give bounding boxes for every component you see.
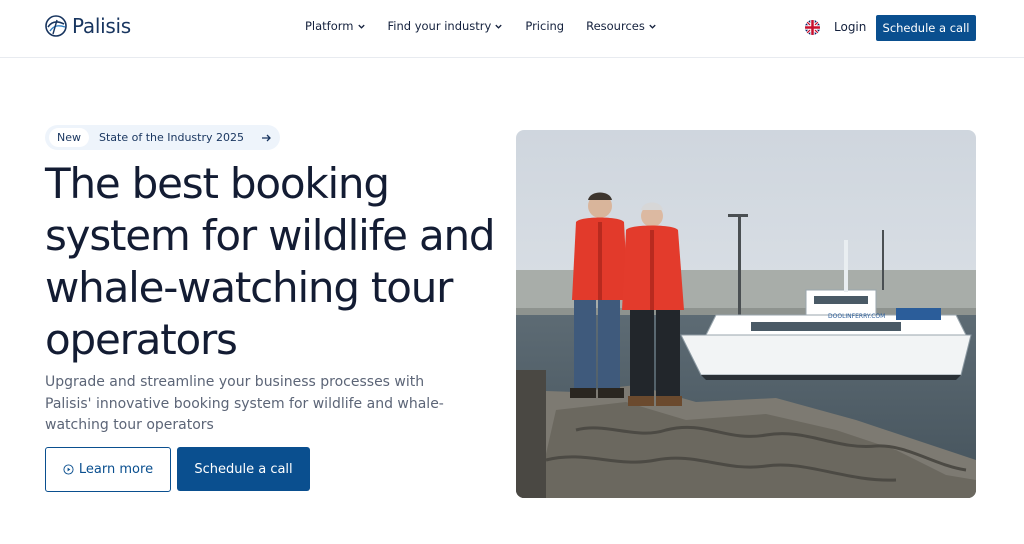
nav-item-find-your-industry[interactable]: Find your industry [388,19,504,33]
ferry-hull-text: DOOLINFERRY.COM [828,313,885,320]
uk-flag-icon[interactable] [805,20,820,35]
announcement-text: State of the Industry 2025 [99,131,244,144]
nav-item-resources[interactable]: Resources [586,19,657,33]
new-badge: New [49,128,89,147]
nav-label: Resources [586,19,645,33]
site-header: Palisis Platform Find your industry Pric… [0,0,1024,58]
palisis-logo[interactable]: Palisis [44,14,131,38]
nav-item-platform[interactable]: Platform [305,19,366,33]
main-nav: Platform Find your industry Pricing Reso… [305,19,657,33]
schedule-call-hero-button[interactable]: Schedule a call [177,447,310,491]
brand-name: Palisis [72,14,131,38]
arrow-right-icon [262,134,271,141]
palisis-logo-icon [45,15,67,37]
nav-label: Platform [305,19,354,33]
learn-more-button[interactable]: Learn more [45,447,171,492]
announcement-pill[interactable]: New State of the Industry 2025 [45,125,280,150]
nav-label: Find your industry [387,19,492,33]
chevron-down-icon [495,24,503,29]
learn-more-label: Learn more [78,462,154,477]
nav-item-pricing[interactable]: Pricing [525,19,564,33]
hero-photo: DOOLINFERRY.COM [516,130,976,498]
schedule-call-header-button[interactable]: Schedule a call [876,15,976,41]
chevron-down-icon [357,24,365,29]
play-circle-icon [63,464,74,475]
login-link[interactable]: Login [834,20,866,34]
hero-subtext: Upgrade and streamline your business pro… [45,374,444,433]
chevron-down-icon [649,24,656,29]
nav-label: Pricing [525,19,565,33]
hero-headline: The best booking system for wildlife and… [45,159,496,364]
